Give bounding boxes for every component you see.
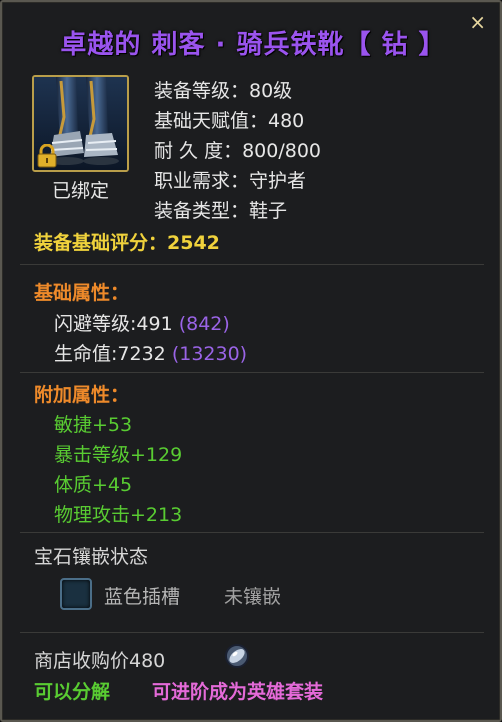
stat-class-requirement: 职业需求：守护者 [154, 170, 307, 192]
stat-equip-level: 装备等级：80级 [154, 80, 293, 102]
blue-socket-icon[interactable] [60, 578, 92, 610]
extra-attr-crit: 暴击等级+129 [54, 444, 183, 466]
extra-attributes-heading: 附加属性： [34, 384, 130, 406]
shop-buyback-price: 商店收购价480 [34, 650, 166, 672]
attr-health: 生命值:7232 (13230) [54, 339, 247, 366]
attr-value: 闪避等级:491 [54, 313, 173, 335]
gem-inlay-heading: 宝石镶嵌状态 [34, 546, 149, 568]
item-tooltip: × 卓越的 刺客 · 骑兵铁靴【 钻 】 已绑定 装备等级：80级 基础天赋值：… [0, 0, 502, 722]
iron-boots-icon[interactable] [32, 75, 129, 172]
attr-dodge: 闪避等级:491 (842) [54, 309, 230, 336]
divider [20, 264, 484, 265]
item-title: 卓越的 刺客 · 骑兵铁靴【 钻 】 [60, 30, 446, 60]
divider [20, 372, 484, 373]
socket-state: 未镶嵌 [224, 586, 282, 608]
stat-durability: 耐 久 度：800/800 [154, 140, 322, 162]
attr-bonus: (13230) [171, 343, 248, 365]
upgrade-status: 可进阶成为英雄套装 [152, 681, 324, 703]
base-attributes-heading: 基础属性： [34, 282, 130, 304]
divider [20, 632, 484, 633]
extra-attr-agility: 敏捷+53 [54, 414, 133, 436]
decompose-status: 可以分解 [34, 681, 111, 703]
socket-label: 蓝色插槽 [104, 586, 181, 608]
bound-status: 已绑定 [51, 180, 109, 202]
attr-value: 生命值:7232 [54, 343, 166, 365]
extra-attr-constitution: 体质+45 [54, 474, 133, 496]
extra-attr-physical-attack: 物理攻击+213 [54, 504, 183, 526]
stat-equip-type: 装备类型：鞋子 [154, 200, 288, 222]
attr-bonus: (842) [178, 313, 230, 335]
silver-coin-icon [225, 644, 249, 668]
equipment-score: 装备基础评分：2542 [34, 232, 220, 254]
divider [20, 532, 484, 533]
padlock-icon [37, 144, 57, 168]
stat-base-talent: 基础天赋值：480 [154, 110, 305, 132]
